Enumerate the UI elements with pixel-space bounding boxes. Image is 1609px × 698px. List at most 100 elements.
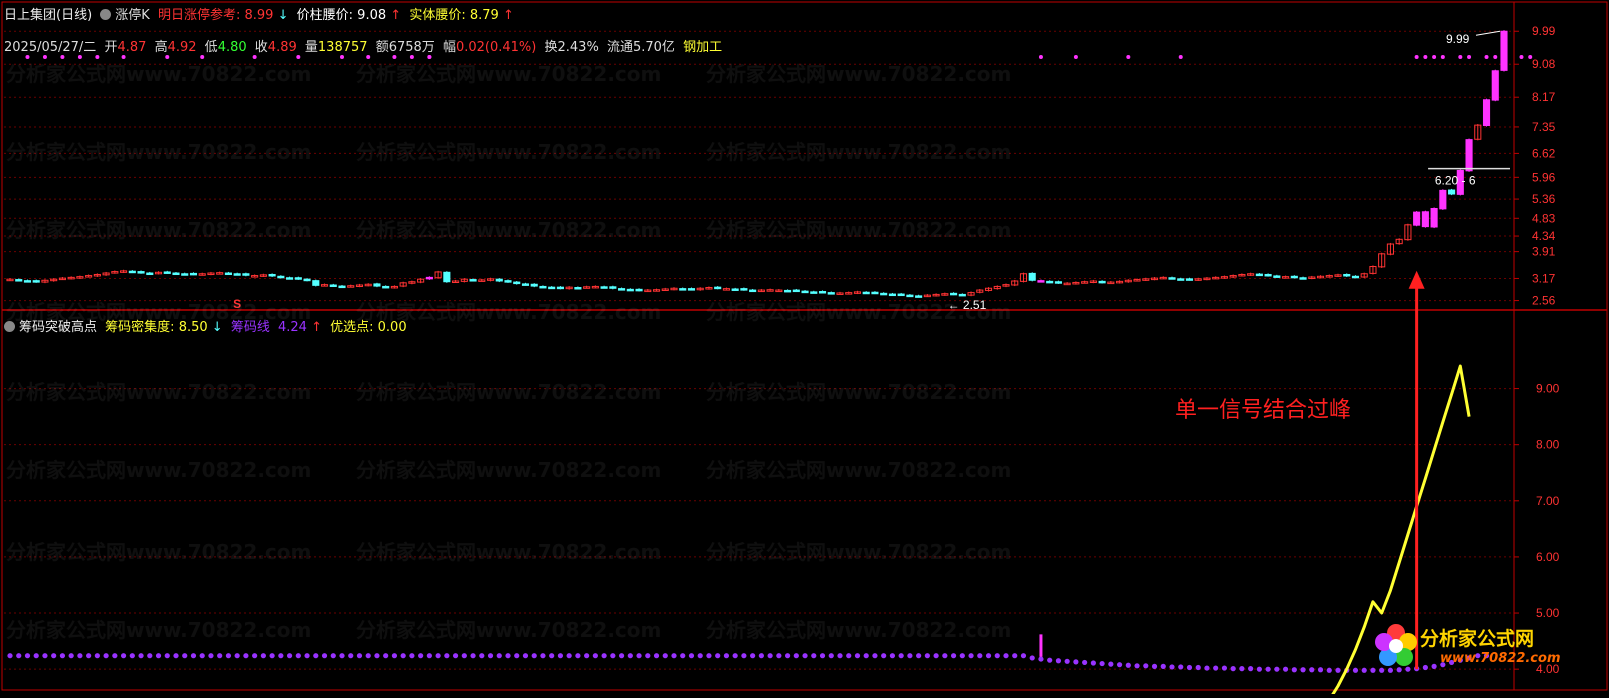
density-value: 8.50 [178,320,208,335]
upper-tick-label: 7.35 [1532,120,1556,134]
industry[interactable]: 钢加工 [683,40,722,55]
indicator-name[interactable]: 涨停K [115,8,150,23]
chip-line-dot [575,653,581,659]
chip-line-dot [942,653,948,659]
logo-name: 分析家公式网 [1420,628,1535,650]
chip-line-dot [1204,665,1210,671]
candle-body [1290,275,1298,279]
upper-tick-label: 9.08 [1532,57,1556,71]
chip-line-dot [601,653,607,659]
candle-body [373,283,381,287]
candle-body [1273,275,1281,278]
limit-up-dot [1178,55,1183,59]
chip-line-dot [217,653,223,659]
chip-line-dot [1143,663,1149,669]
candle-body [618,288,626,291]
limit-up-dot [1467,55,1472,59]
candle-body [312,280,320,286]
chip-line-dot [1178,664,1184,670]
lower-title[interactable]: 筹码突破高点 [19,320,97,335]
upper-tick-label: 5.36 [1532,192,1556,206]
candle-body [521,283,530,286]
stock-name[interactable]: 日上集团(日线) [4,8,92,23]
pick-label: 优选点: [330,320,374,335]
chip-line-dot [1064,658,1070,664]
candle-body [1037,280,1045,283]
chip-line-dot [208,653,214,659]
chip-line-dot [435,653,441,659]
chip-line-dot [584,653,590,659]
chip-line-dot [164,653,170,659]
max-price-label: 9.99 [1446,32,1470,46]
chip-line-dot [688,653,695,659]
candle-body [15,279,23,282]
gear-icon[interactable] [100,9,112,20]
limit-up-dot [1458,55,1463,59]
turnover-value: 2.43% [557,40,599,55]
chip-line-dot [950,653,957,659]
chip-line-dot [400,653,406,659]
limit-up-dot [165,55,170,59]
chip-line-dot [1160,663,1166,669]
chart-stage: 9.99 9.08 8.17 7.35 6.62 5.96 5.36 4.83 4.34 3.91… [0,0,1609,698]
chip-line-dot [1099,660,1105,667]
chip-line-dot [758,653,764,659]
chip-line-dot [1038,656,1044,662]
chip-line-dot [1082,659,1088,666]
amount-label: 额 [375,40,389,55]
chip-line-dot [1221,665,1228,671]
lower-header: 筹码突破高点 筹码密集度: 8.50 ↓ 筹码线 4.24 ↑ 优选点: 0.0… [4,316,411,335]
candle-body [679,288,687,291]
candle-body [574,287,582,290]
chip-line-dot [846,653,852,659]
candle-body [1177,278,1185,281]
chip-line-dot [260,653,266,659]
chip-line-dot [1090,660,1096,666]
chip-line-dot [112,653,118,659]
low-value: 4.80 [217,40,247,55]
chip-line-dot [645,653,651,659]
chip-line-dot [426,653,432,659]
chip-line-dot [522,653,529,659]
gear-icon[interactable] [4,321,15,332]
limit-up-dot [1493,55,1498,59]
chip-line-dot [479,653,485,659]
high-label: 高 [154,40,168,55]
chip-line-dot [549,653,555,659]
candle-body [818,291,827,294]
chip-line-dot [872,653,878,659]
volume-value: 138757 [317,40,368,55]
chip-line-dot [898,653,904,659]
chip-line-dot [924,653,930,659]
upper-tick-label: 5.96 [1532,170,1556,184]
chip-line-dot [234,653,240,659]
candle-body [609,286,617,289]
chip-line-dot [1239,666,1245,672]
candle-body [443,271,451,283]
chip-line-dot [793,653,799,659]
float-label: 流通 [606,40,633,55]
chip-line-dot [1029,655,1035,661]
limit-up-dot [1502,55,1506,59]
chip-line-dot [750,653,756,659]
candle-body [635,288,643,292]
candle-body [862,291,870,295]
limit-up-dot [427,55,432,59]
limit-up-dot [42,55,47,59]
candle-body [1168,277,1176,280]
lower-tick-label: 8.00 [1536,438,1560,452]
candle-body [242,273,250,276]
open-value: 4.87 [117,40,147,55]
candle-body [1439,189,1447,210]
flower-logo-icon [1375,624,1417,666]
chip-line-dot [1186,664,1193,671]
chip-line-dot [1230,666,1236,672]
chip-line-dot [147,653,153,659]
limit-up-dot [296,55,301,59]
chip-line-dot [636,653,642,659]
density-label: 筹码密集度: [105,320,175,335]
candle-body [233,273,241,276]
candle-body [1054,281,1062,284]
candle-body [513,281,521,285]
float-value: 5.70亿 [632,40,675,55]
